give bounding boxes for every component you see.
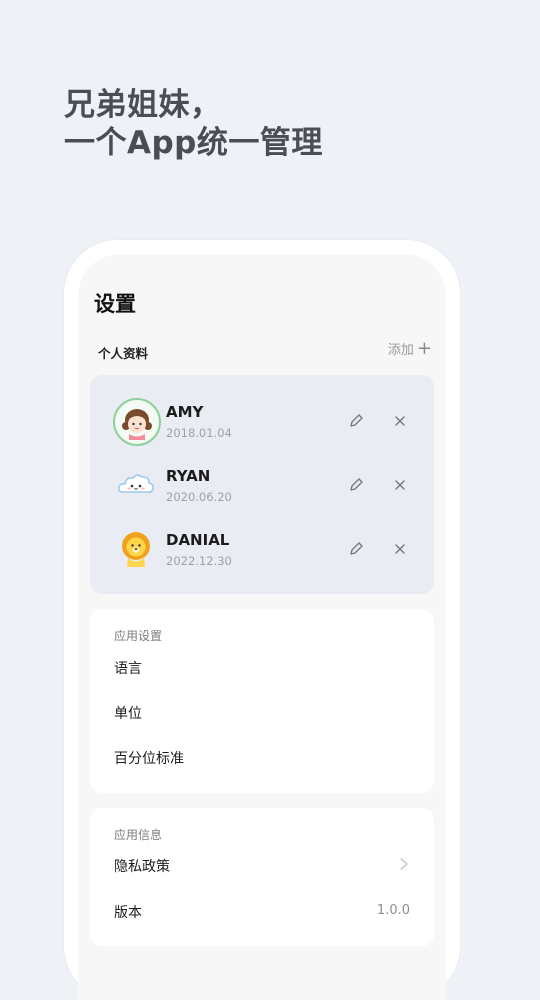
language-setting[interactable]: 语言 [114, 658, 142, 678]
pencil-icon[interactable] [346, 475, 366, 495]
percentile-standard-setting[interactable]: 百分位标准 [114, 748, 184, 768]
profile-name: DANIAL [166, 531, 230, 549]
phone-frame: 设置 个人资料 添加 + AMY 2018.01.04 RYAN 2020.06… [64, 240, 460, 1000]
app-settings-card: 应用设置 语言 单位 百分位标准 [90, 609, 434, 793]
profile-date: 2018.01.04 [166, 426, 232, 440]
close-icon[interactable] [390, 475, 410, 495]
version-value: 1.0.0 [376, 903, 410, 918]
app-settings-title: 应用设置 [114, 629, 163, 643]
add-profile-button[interactable]: 添加 + [388, 339, 432, 358]
promo-headline: 兄弟姐妹， 一个App统一管理 [64, 86, 323, 162]
lion-avatar-icon [114, 527, 158, 571]
profiles-card: AMY 2018.01.04 RYAN 2020.06.20 DANIAL 20… [90, 375, 434, 594]
app-info-card: 应用信息 隐私政策 版本 1.0.0 [90, 808, 434, 946]
girl-avatar-icon [113, 398, 161, 446]
promo-line-1: 兄弟姐妹， [64, 87, 222, 123]
pencil-icon[interactable] [346, 539, 366, 559]
profile-row-amy[interactable]: AMY 2018.01.04 [90, 389, 434, 453]
profile-date: 2022.12.30 [166, 554, 232, 568]
profile-name: RYAN [166, 467, 211, 485]
chevron-right-icon [398, 857, 410, 871]
close-icon[interactable] [390, 411, 410, 431]
unit-setting[interactable]: 单位 [114, 703, 142, 723]
settings-screen: 设置 个人资料 添加 + AMY 2018.01.04 RYAN 2020.06… [78, 254, 446, 1000]
profile-name: AMY [166, 403, 204, 421]
close-icon[interactable] [390, 539, 410, 559]
promo-line-2: 一个App统一管理 [64, 125, 323, 161]
profiles-section-label: 个人资料 [98, 346, 149, 361]
profile-row-ryan[interactable]: RYAN 2020.06.20 [90, 453, 434, 517]
plus-icon: + [416, 337, 432, 359]
profile-date: 2020.06.20 [166, 490, 232, 504]
pencil-icon[interactable] [346, 411, 366, 431]
version-label: 版本 [114, 905, 142, 921]
privacy-policy-link[interactable]: 隐私政策 [114, 856, 170, 876]
profile-row-danial[interactable]: DANIAL 2022.12.30 [90, 517, 434, 581]
app-info-title: 应用信息 [114, 828, 163, 842]
page-title: 设置 [94, 292, 136, 316]
add-label: 添加 [387, 343, 414, 358]
cloud-avatar-icon [114, 463, 158, 507]
